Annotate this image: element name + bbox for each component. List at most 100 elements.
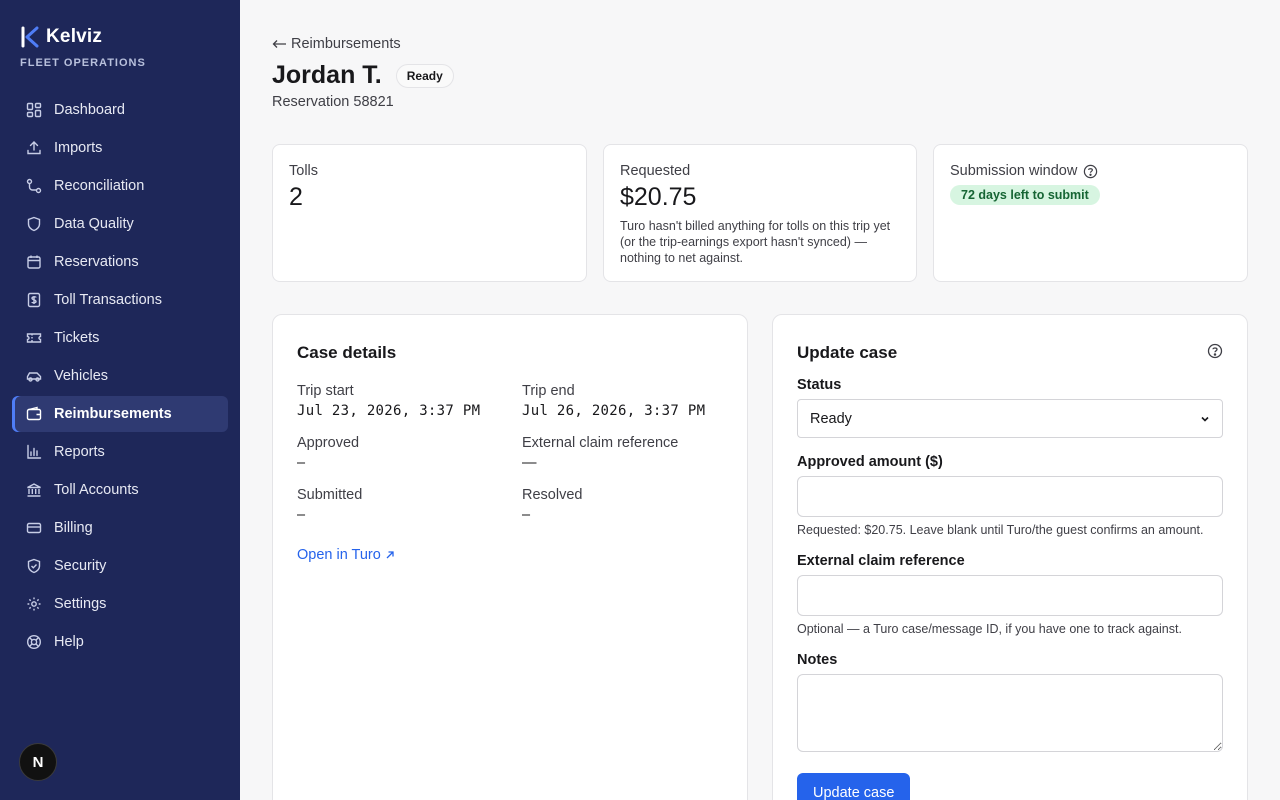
sidebar-item-reimbursements[interactable]: Reimbursements [12,396,228,432]
route-icon [26,178,42,194]
lifebuoy-icon [26,634,42,650]
sidebar-item-label: Tickets [54,330,100,346]
approved-amount-hint: Requested: $20.75. Leave blank until Tur… [797,523,1204,537]
approved-value: – [297,455,306,471]
approved-amount-input[interactable] [797,476,1223,517]
submission-window-label: Submission window [950,163,1078,179]
sidebar-item-reservations[interactable]: Reservations [12,244,228,280]
user-avatar[interactable]: N [19,743,57,781]
credit-card-icon [26,522,42,534]
resolved-label: Resolved [522,487,583,503]
update-case-panel: Update case Status Ready Approved amount… [772,314,1248,800]
days-left-badge: 72 days left to submit [950,185,1100,205]
bar-chart-icon [27,444,42,459]
trip-start-label: Trip start [297,383,354,399]
calendar-icon [27,255,41,269]
sidebar-item-dashboard[interactable]: Dashboard [12,92,228,128]
chevron-down-icon [1201,416,1209,422]
car-icon [26,372,42,382]
sidebar-item-vehicles[interactable]: Vehicles [12,358,228,394]
resolved-field: Resolved – [522,487,722,523]
status-select[interactable]: Ready [797,399,1223,438]
sidebar-item-label: Dashboard [54,102,125,118]
approved-amount-field: Approved amount ($) Requested: $20.75. L… [797,454,1223,537]
back-to-reimbursements-link[interactable]: Reimbursements [272,36,401,52]
status-label: Status [797,377,842,393]
submission-window-label-row: Submission window [950,163,1231,179]
notes-field: Notes [797,652,1223,757]
sidebar-item-label: Help [54,634,84,650]
sidebar-item-reconciliation[interactable]: Reconciliation [12,168,228,204]
trip-start-value: Jul 23, 2026, 3:37 PM [297,403,481,419]
sidebar-item-data-quality[interactable]: Data Quality [12,206,228,242]
sidebar-item-label: Reservations [54,254,139,270]
status-select-value: Ready [810,410,852,427]
sidebar-item-security[interactable]: Security [12,548,228,584]
help-circle-icon[interactable] [1083,164,1098,179]
kelviz-logo-icon [21,26,39,48]
approved-field: Approved – [297,435,522,471]
trip-end-value: Jul 26, 2026, 3:37 PM [522,403,706,419]
open-in-turo-label: Open in Turo [297,547,381,563]
sidebar-item-label: Data Quality [54,216,134,232]
ticket-icon [26,333,42,343]
arrow-left-icon [272,40,286,48]
sidebar-item-toll-accounts[interactable]: Toll Accounts [12,472,228,508]
open-in-turo-link[interactable]: Open in Turo [297,547,395,563]
claim-reference-field: External claim reference — [522,435,722,471]
sidebar-item-reports[interactable]: Reports [12,434,228,470]
claim-reference-input-label: External claim reference [797,553,965,569]
sidebar-item-label: Toll Transactions [54,292,162,308]
trip-end-label: Trip end [522,383,575,399]
page-title: Jordan T. [272,61,382,89]
shield-icon [27,216,41,232]
resolved-value: – [522,507,531,523]
requested-value: $20.75 [620,183,697,211]
claim-reference-input[interactable] [797,575,1223,616]
approved-label: Approved [297,435,360,451]
status-field: Status Ready [797,377,1223,438]
external-arrow-icon [386,551,394,559]
claim-reference-label: External claim reference [522,435,679,451]
sidebar-item-toll-transactions[interactable]: Toll Transactions [12,282,228,318]
tolls-label: Tolls [289,163,319,179]
trip-start-field: Trip start Jul 23, 2026, 3:37 PM [297,383,522,419]
sidebar-item-label: Reconciliation [54,178,145,194]
shield-check-icon [27,558,41,574]
claim-reference-input-field: External claim reference Optional — a Tu… [797,553,1223,636]
tolls-value: 2 [289,183,303,211]
case-details-panel: Case details Trip start Jul 23, 2026, 3:… [272,314,748,800]
brand-subtitle: FLEET OPERATIONS [20,57,146,69]
notes-label: Notes [797,652,838,668]
sidebar-item-label: Billing [54,520,93,536]
trip-end-field: Trip end Jul 26, 2026, 3:37 PM [522,383,722,419]
sidebar-item-imports[interactable]: Imports [12,130,228,166]
receipt-icon [27,292,41,308]
sidebar-item-help[interactable]: Help [12,624,228,660]
brand[interactable]: Kelviz FLEET OPERATIONS [20,26,146,69]
back-link-label: Reimbursements [291,36,401,52]
brand-name: Kelviz [46,26,103,47]
sidebar-item-tickets[interactable]: Tickets [12,320,228,356]
claim-reference-hint: Optional — a Turo case/message ID, if yo… [797,622,1182,636]
bank-icon [27,483,41,497]
submitted-value: – [297,507,306,523]
approved-amount-label: Approved amount ($) [797,454,943,470]
sidebar-item-label: Imports [54,140,103,156]
submission-window-card: Submission window 72 days left to submit [933,144,1248,282]
notes-textarea[interactable] [797,674,1223,752]
sidebar-item-settings[interactable]: Settings [12,586,228,622]
requested-note: Turo hasn't billed anything for tolls on… [620,219,891,265]
update-case-button[interactable]: Update case [797,773,911,800]
sidebar-item-label: Reports [54,444,105,460]
tolls-card: Tolls 2 [272,144,587,282]
sidebar: Kelviz FLEET OPERATIONS Dashboard Import… [0,0,240,800]
title-row: Jordan T. Ready [272,61,454,90]
sidebar-item-label: Security [54,558,107,574]
help-circle-icon[interactable] [1207,343,1223,359]
gear-icon [27,597,41,611]
case-details-title: Case details [297,343,397,362]
sidebar-item-billing[interactable]: Billing [12,510,228,546]
submitted-label: Submitted [297,487,363,503]
main-content: Reimbursements Jordan T. Ready Reservati… [240,0,1280,800]
